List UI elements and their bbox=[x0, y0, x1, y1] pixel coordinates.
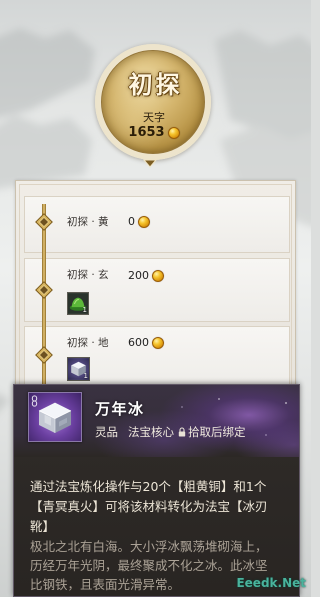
watermark: Eeedk.Net bbox=[236, 576, 306, 590]
tier-label: 初探 · 玄 bbox=[67, 269, 109, 281]
item-meta: 灵品 法宝核心 拾取后绑定 bbox=[95, 425, 246, 439]
bind-status-label: 拾取后绑定 bbox=[188, 425, 246, 439]
rank-subtitle: 天字 bbox=[143, 111, 165, 124]
tier-label: 初探 · 黄 bbox=[67, 216, 109, 228]
rank-medallion: 初探 天字 1653 bbox=[95, 44, 211, 160]
reward-item-ice[interactable]: 1 bbox=[67, 357, 90, 381]
tier-row bbox=[24, 196, 290, 253]
item-tooltip: 万年冰 灵品 法宝核心 拾取后绑定 通过法宝炼化操作与20个【粗黄铜】和1个【青… bbox=[13, 384, 300, 597]
item-name: 万年冰 bbox=[95, 400, 145, 418]
tier-label: 初探 · 地 bbox=[67, 337, 109, 349]
item-grade: 灵品 bbox=[95, 425, 118, 439]
diamond-node-icon bbox=[35, 213, 53, 231]
down-arrow-icon bbox=[143, 159, 157, 168]
gold-coin-icon bbox=[152, 337, 164, 349]
rank-points-value: 1653 bbox=[128, 125, 165, 140]
game-screen: 初探 天字 1653 初探 · 黄 初探 · 玄 初探 · 地 0 200 60… bbox=[0, 0, 311, 597]
diamond-node-icon bbox=[35, 346, 53, 364]
tier-cost-value: 200 bbox=[128, 269, 149, 282]
reward-item-hat[interactable]: 1 bbox=[67, 292, 89, 315]
gold-coin-icon bbox=[152, 270, 164, 282]
item-icon-frame bbox=[28, 392, 82, 442]
diamond-node-icon bbox=[35, 281, 53, 299]
tier-row bbox=[24, 258, 290, 322]
rank-medallion-face: 初探 天字 1653 bbox=[101, 50, 205, 154]
tier-cost: 200 bbox=[128, 269, 164, 283]
tier-cost-value: 600 bbox=[128, 336, 149, 349]
gold-coin-icon bbox=[138, 216, 150, 228]
rank-points: 1653 bbox=[102, 125, 204, 141]
reward-count: 1 bbox=[83, 372, 88, 380]
tooltip-header: 万年冰 灵品 法宝核心 拾取后绑定 bbox=[14, 385, 299, 457]
reward-count: 1 bbox=[82, 306, 87, 314]
tier-cost: 0 bbox=[128, 215, 150, 229]
item-usage-text: 通过法宝炼化操作与20个【粗黄铜】和1个【青冥真火】可将该材料转化为法宝【冰刃靴… bbox=[30, 479, 268, 534]
link-icon bbox=[31, 395, 38, 407]
gold-coin-icon bbox=[167, 127, 180, 139]
item-category: 法宝核心 bbox=[128, 425, 174, 439]
tier-cost: 600 bbox=[128, 336, 164, 350]
rank-title: 初探 bbox=[128, 70, 183, 99]
bind-status: 拾取后绑定 bbox=[178, 425, 246, 439]
ice-cube-icon bbox=[38, 402, 72, 433]
lock-icon bbox=[178, 427, 186, 437]
tier-cost-value: 0 bbox=[128, 215, 135, 228]
